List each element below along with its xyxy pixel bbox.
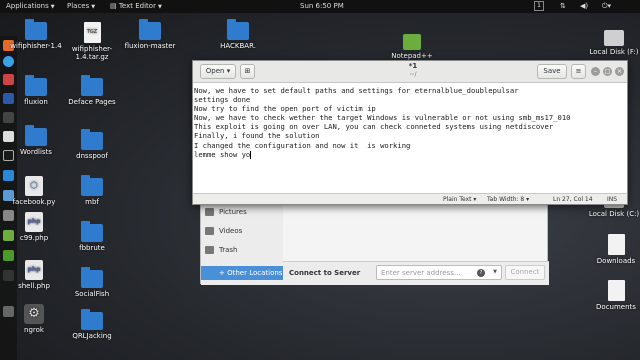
text-line: Finally, i found the solution (194, 131, 320, 141)
workspace-indicator[interactable]: 1 (534, 1, 544, 11)
minimize-icon[interactable]: – (591, 67, 600, 76)
sidebar-item-videos[interactable]: Videos (205, 227, 242, 235)
clock[interactable]: Sun 6:50 PM (300, 2, 344, 10)
language-selector[interactable]: Plain Text ▾ (443, 196, 476, 203)
top-panel: Applications ▼ Places ▼ ▤ Text Editor ▼ Sun… (0, 0, 640, 13)
chevron-down-icon: ▼ (157, 4, 162, 10)
php-file-icon: php (25, 212, 43, 232)
desktop-icon-mbf[interactable]: mbf (62, 175, 122, 206)
desktop-icon-socialfish[interactable]: SocialFish (62, 267, 122, 298)
folder-icon (227, 19, 249, 40)
text-line: I changed the configuration and now it i… (194, 140, 411, 150)
files-sidebar: Pictures Videos Trash + Other Locations (201, 201, 283, 285)
desktop-icon-shell-php[interactable]: php shell.php (4, 260, 64, 290)
desktop-icon-local-disk-f[interactable]: Local Disk (F:) (584, 30, 640, 56)
volume-icon[interactable]: ◀) (580, 2, 588, 10)
php-file-icon: php (25, 260, 43, 280)
desktop-icon-wordlists[interactable]: Wordlists (6, 125, 66, 156)
desktop-icon-fluxion[interactable]: fluxion (6, 75, 66, 106)
save-button[interactable]: Save (537, 64, 567, 79)
insert-mode: INS (607, 196, 618, 203)
pictures-icon (205, 208, 214, 216)
desktop-icon-deface-pages[interactable]: Deface Pages (62, 75, 122, 106)
downloads-icon (607, 234, 625, 255)
terminal-icon[interactable] (3, 112, 14, 123)
desktop-icon-downloads[interactable]: Downloads (586, 234, 640, 265)
folder-icon (25, 75, 47, 96)
new-document-icon: ⊞ (244, 67, 251, 75)
close-icon[interactable]: × (615, 67, 624, 76)
server-address-input[interactable]: Enter server address... ? ▼ (376, 265, 502, 280)
power-icon[interactable]: ⏻▾ (602, 2, 611, 11)
sidebar-item-trash[interactable]: Trash (205, 246, 238, 254)
desktop-icon-wifiphisher-tgz[interactable]: TGZ wifiphisher-1.4.tar.gz (62, 22, 122, 61)
desktop-icon-documents[interactable]: Documents (586, 280, 640, 311)
desktop-icon-qrljacking[interactable]: QRLJacking (62, 309, 122, 340)
chevron-down-icon: ▾ (226, 67, 231, 75)
folder-icon (81, 175, 103, 196)
trash-icon (205, 246, 214, 254)
folder-icon (81, 75, 103, 96)
chevron-down-icon[interactable]: ▼ (493, 269, 497, 275)
text-cursor (250, 150, 252, 159)
folder-icon (81, 267, 103, 288)
open-button[interactable]: Open ▾ (200, 64, 236, 79)
text-line: settings done (194, 95, 251, 105)
editor-statusbar: Plain Text ▾ Tab Width: 8 ▾ Ln 27, Col 1… (193, 193, 627, 204)
help-icon[interactable]: ? (477, 269, 485, 277)
folder-icon (81, 129, 103, 150)
folder-icon (81, 309, 103, 330)
sidebar-item-pictures[interactable]: Pictures (205, 208, 247, 216)
menu-button[interactable]: ≡ (571, 64, 586, 79)
editor-headerbar: Open ▾ ⊞ *1 ~/ Save ≡ – □ × (193, 61, 627, 83)
folder-icon (81, 221, 103, 242)
tab-width-selector[interactable]: Tab Width: 8 ▾ (487, 196, 529, 203)
document-path: ~/ (409, 71, 417, 78)
desktop-icon-fbbrute[interactable]: fbbrute (62, 221, 122, 252)
desktop-icon-notepad[interactable]: Notepad++ (382, 34, 442, 60)
desktop-icon-facebook-py[interactable]: ⬡ facebook.py (4, 176, 64, 206)
python-file-icon: ⬡ (25, 176, 43, 196)
desktop-icon-ngrok[interactable]: ⚙ ngrok (4, 304, 64, 334)
app-menu-text-editor[interactable]: ▤ Text Editor ▼ (110, 2, 162, 10)
text-line: Now, we have to set default paths and se… (194, 86, 519, 95)
files-window: Pictures Videos Trash + Other Locations … (200, 200, 549, 285)
connect-to-server-label: Connect to Server (289, 269, 361, 277)
browser-icon[interactable] (3, 56, 14, 67)
desktop-icon-wifiphisher[interactable]: wifiphisher-1.4 (6, 19, 66, 50)
sidebar-item-other-locations[interactable]: + Other Locations (201, 266, 283, 280)
text-line: Now try to find the open port of victim … (194, 104, 376, 114)
text-line: Now, we have to check wether the target … (194, 113, 571, 123)
folder-icon (25, 19, 47, 40)
chevron-down-icon: ▼ (91, 4, 96, 10)
gear-icon: ⚙ (24, 304, 44, 324)
maximize-icon[interactable]: □ (603, 67, 612, 76)
desktop-icon-hackbar[interactable]: HACKBAR. (208, 19, 268, 50)
hamburger-icon: ≡ (575, 67, 582, 75)
editor-text-area[interactable]: Now, we have to set default paths and se… (193, 83, 627, 193)
text-editor-icon: ▤ (110, 2, 119, 10)
text-line-current: lemme show yo (194, 149, 252, 159)
connect-to-server-bar: Connect to Server Enter server address..… (283, 261, 549, 285)
applications-menu[interactable]: Applications ▼ (6, 2, 55, 10)
desktop-icon-fluxion-master[interactable]: fluxion-master (120, 19, 180, 50)
text-editor-window: Open ▾ ⊞ *1 ~/ Save ≡ – □ × Now, we have… (192, 60, 628, 205)
desktop-icon-c99-php[interactable]: php c99.php (4, 212, 64, 242)
document-icon (607, 280, 625, 301)
places-menu[interactable]: Places ▼ (67, 2, 95, 10)
new-document-button[interactable]: ⊞ (240, 64, 255, 79)
text-line: This exploit is going on over LAN, you c… (194, 122, 554, 132)
chevron-down-icon: ▼ (50, 4, 55, 10)
videos-icon (205, 227, 214, 235)
cursor-position: Ln 27, Col 14 (553, 196, 593, 203)
network-icon[interactable]: ⇅ (560, 2, 566, 10)
folder-icon (25, 125, 47, 146)
notepad-icon (403, 34, 421, 50)
document-title: *1 (408, 62, 418, 70)
disk-icon (604, 30, 624, 46)
connect-button[interactable]: Connect (505, 265, 545, 280)
archive-icon: TGZ (83, 22, 101, 43)
folder-icon (139, 19, 161, 40)
desktop-icon-dnsspoof[interactable]: dnsspoof (62, 129, 122, 160)
